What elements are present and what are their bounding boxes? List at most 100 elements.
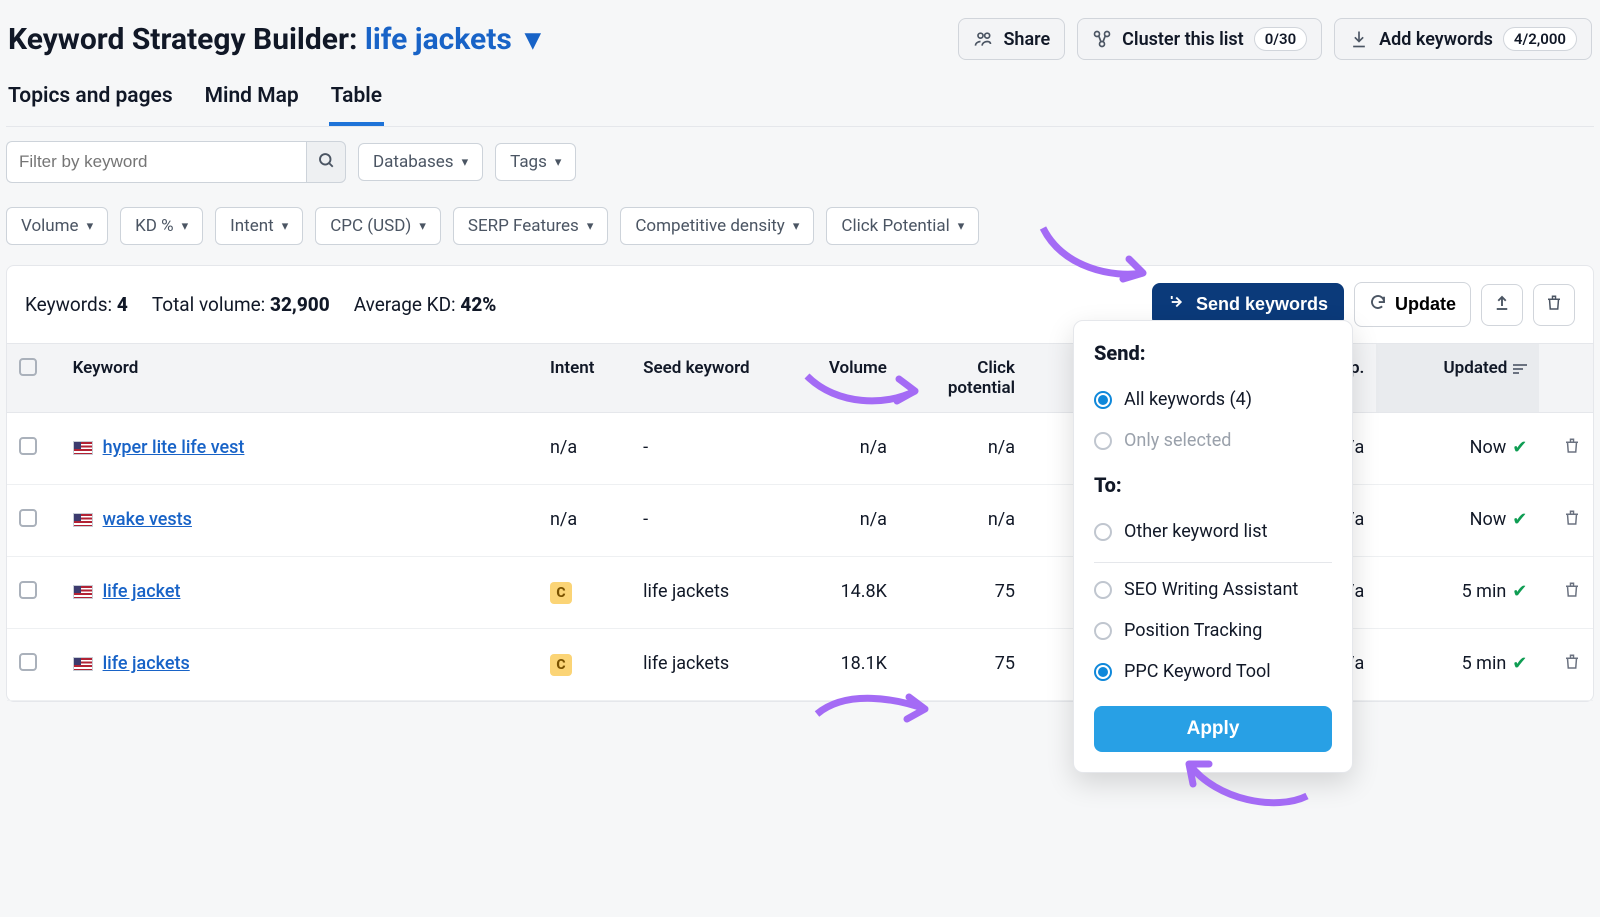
keyword-link[interactable]: life jackets bbox=[103, 653, 190, 674]
chevron-down-icon: ▾ bbox=[419, 219, 426, 234]
row-checkbox[interactable] bbox=[19, 509, 37, 527]
filter-click-potential[interactable]: Click Potential▾ bbox=[826, 207, 979, 245]
export-icon bbox=[1493, 294, 1511, 315]
updated-cell: Now bbox=[1470, 509, 1507, 530]
table-row: hyper lite life vestn/a-n/an/an/aNow✔ bbox=[7, 413, 1593, 485]
share-label: Share bbox=[1003, 29, 1050, 50]
check-icon: ✔ bbox=[1512, 653, 1527, 674]
col-keyword: Keyword bbox=[73, 358, 139, 378]
clickpot-cell: n/a bbox=[988, 509, 1015, 530]
volume-cell: n/a bbox=[860, 437, 887, 458]
radio-icon bbox=[1094, 432, 1112, 450]
filter-volume[interactable]: Volume▾ bbox=[6, 207, 108, 245]
chevron-down-icon: ▾ bbox=[462, 155, 469, 170]
opt-position-tracking[interactable]: Position Tracking bbox=[1094, 610, 1332, 651]
clickpot-cell: 75 bbox=[995, 581, 1015, 602]
tab-mind-map[interactable]: Mind Map bbox=[203, 74, 301, 126]
filter-serp[interactable]: SERP Features▾ bbox=[453, 207, 609, 245]
title-topic[interactable]: life jackets bbox=[365, 22, 512, 57]
filter-intent[interactable]: Intent▾ bbox=[215, 207, 303, 245]
flag-us-icon bbox=[73, 657, 93, 671]
keyword-link[interactable]: life jacket bbox=[103, 581, 181, 602]
table-row: wake vestsn/a-n/an/an/aNow✔ bbox=[7, 485, 1593, 557]
volume-cell: 18.1K bbox=[841, 653, 887, 674]
opt-ppc[interactable]: PPC Keyword Tool bbox=[1094, 651, 1332, 692]
filter-competitive-density[interactable]: Competitive density▾ bbox=[620, 207, 814, 245]
radio-icon bbox=[1094, 523, 1112, 541]
check-icon: ✔ bbox=[1512, 581, 1527, 602]
chevron-down-icon: ▾ bbox=[182, 219, 189, 234]
check-icon: ✔ bbox=[1512, 437, 1527, 458]
opt-only-selected: Only selected bbox=[1094, 420, 1332, 461]
popup-send-title: Send: bbox=[1094, 341, 1332, 365]
col-updated[interactable]: Updated bbox=[1444, 358, 1508, 378]
share-button[interactable]: Share bbox=[958, 18, 1065, 60]
flag-us-icon bbox=[73, 441, 93, 455]
select-all-checkbox[interactable] bbox=[19, 358, 37, 376]
cluster-button[interactable]: Cluster this list 0/30 bbox=[1077, 18, 1322, 60]
seed-cell: - bbox=[643, 509, 648, 530]
page-title: Keyword Strategy Builder: life jackets ▾ bbox=[8, 22, 540, 57]
download-icon bbox=[1349, 29, 1369, 49]
volume-cell: 14.8K bbox=[841, 581, 887, 602]
chevron-down-icon[interactable]: ▾ bbox=[525, 22, 540, 57]
update-button[interactable]: Update bbox=[1354, 282, 1471, 327]
row-delete-button[interactable] bbox=[1563, 511, 1581, 532]
add-keywords-button[interactable]: Add keywords 4/2,000 bbox=[1334, 18, 1592, 60]
cluster-label: Cluster this list bbox=[1122, 29, 1244, 50]
row-delete-button[interactable] bbox=[1563, 655, 1581, 676]
radio-icon bbox=[1094, 663, 1112, 681]
updated-cell: 5 min bbox=[1462, 581, 1507, 602]
flag-us-icon bbox=[73, 585, 93, 599]
filter-search-button[interactable] bbox=[306, 141, 346, 183]
apply-button[interactable]: Apply bbox=[1094, 706, 1332, 752]
keyword-link[interactable]: hyper lite life vest bbox=[103, 437, 245, 458]
col-intent: Intent bbox=[550, 358, 594, 378]
trash-icon bbox=[1545, 294, 1563, 315]
opt-all-keywords[interactable]: All keywords (4) bbox=[1094, 379, 1332, 420]
row-delete-button[interactable] bbox=[1563, 583, 1581, 604]
chevron-down-icon: ▾ bbox=[555, 155, 562, 170]
search-icon bbox=[317, 151, 335, 173]
share-icon bbox=[973, 29, 993, 49]
col-seed: Seed keyword bbox=[643, 358, 749, 378]
cluster-icon bbox=[1092, 29, 1112, 49]
seed-cell: - bbox=[643, 437, 648, 458]
chevron-down-icon: ▾ bbox=[958, 219, 965, 234]
add-keywords-badge: 4/2,000 bbox=[1503, 27, 1577, 51]
radio-icon bbox=[1094, 581, 1112, 599]
filter-kd[interactable]: KD %▾ bbox=[120, 207, 203, 245]
cluster-badge: 0/30 bbox=[1254, 27, 1307, 51]
title-prefix: Keyword Strategy Builder: bbox=[8, 22, 357, 57]
send-icon bbox=[1168, 293, 1186, 316]
col-clickpot: Click potential bbox=[948, 358, 1015, 398]
filter-cpc[interactable]: CPC (USD)▾ bbox=[315, 207, 441, 245]
chevron-down-icon: ▾ bbox=[793, 219, 800, 234]
filter-keyword-input[interactable] bbox=[6, 141, 306, 183]
opt-other-list[interactable]: Other keyword list bbox=[1094, 511, 1332, 552]
tab-topics-pages[interactable]: Topics and pages bbox=[6, 74, 175, 126]
filter-tags[interactable]: Tags▾ bbox=[495, 143, 576, 181]
updated-cell: Now bbox=[1470, 437, 1507, 458]
intent-badge: C bbox=[550, 654, 572, 676]
seed-cell: life jackets bbox=[643, 581, 729, 602]
table-row: life jacketClife jackets14.8K75n/a5 min✔ bbox=[7, 557, 1593, 629]
send-keywords-popup: Send: All keywords (4) Only selected To:… bbox=[1073, 320, 1353, 773]
keyword-link[interactable]: wake vests bbox=[103, 509, 192, 530]
check-icon: ✔ bbox=[1512, 509, 1527, 530]
chevron-down-icon: ▾ bbox=[87, 219, 94, 234]
tab-table[interactable]: Table bbox=[329, 74, 384, 126]
col-volume: Volume bbox=[829, 358, 887, 378]
row-checkbox[interactable] bbox=[19, 437, 37, 455]
row-checkbox[interactable] bbox=[19, 653, 37, 671]
filter-databases[interactable]: Databases▾ bbox=[358, 143, 483, 181]
clickpot-cell: 75 bbox=[995, 653, 1015, 674]
row-delete-button[interactable] bbox=[1563, 439, 1581, 460]
export-button[interactable] bbox=[1481, 284, 1523, 326]
volume-cell: n/a bbox=[860, 509, 887, 530]
delete-button[interactable] bbox=[1533, 284, 1575, 326]
intent-badge: C bbox=[550, 582, 572, 604]
opt-swa[interactable]: SEO Writing Assistant bbox=[1094, 569, 1332, 610]
row-checkbox[interactable] bbox=[19, 581, 37, 599]
summary-stats: Keywords: 4 Total volume: 32,900 Average… bbox=[25, 293, 496, 316]
